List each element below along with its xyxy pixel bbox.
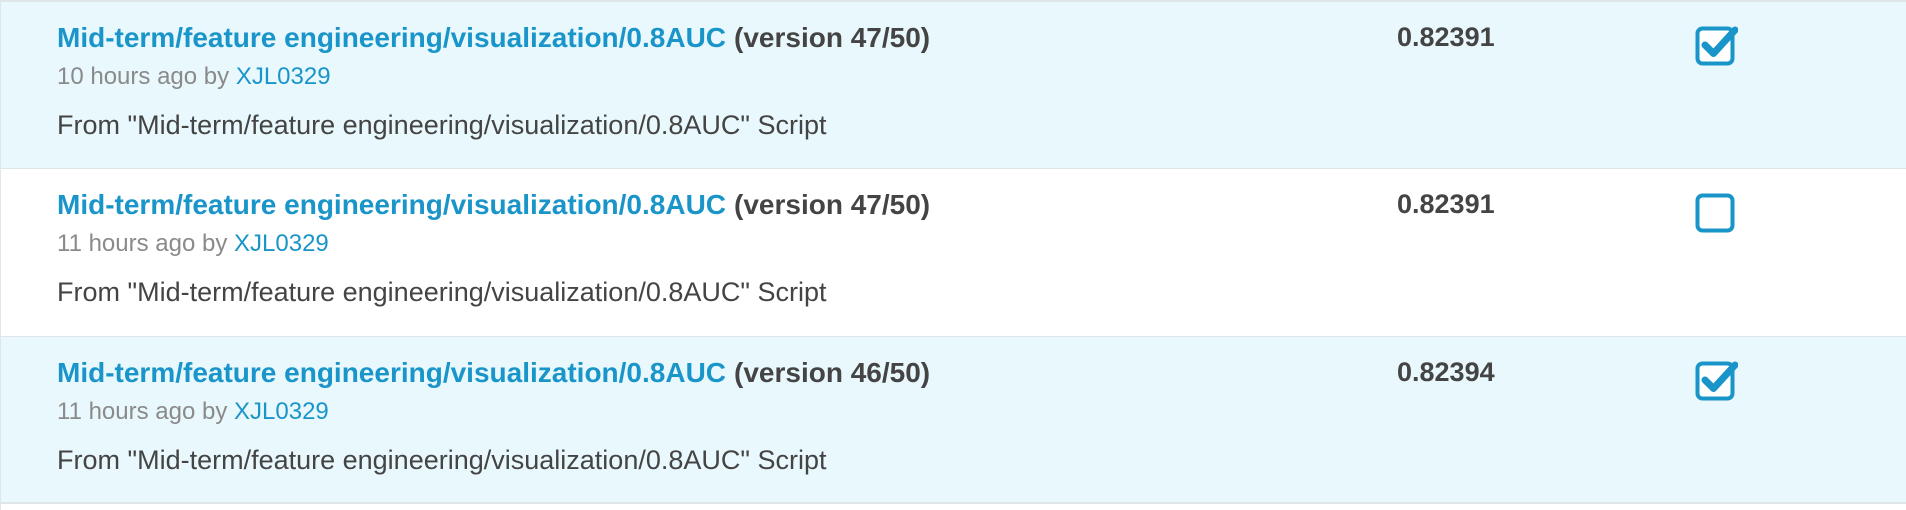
submission-title-link[interactable]: Mid-term/feature engineering/visualizati… xyxy=(57,22,726,53)
checkbox-unchecked-icon[interactable] xyxy=(1695,190,1738,233)
submission-meta: 11 hours ago by XJL0329 xyxy=(57,230,329,258)
submission-score: 0.82391 xyxy=(1397,189,1495,219)
submission-time: 11 hours ago xyxy=(57,398,196,425)
submission-description: From "Mid-term/feature engineering/visua… xyxy=(57,445,827,475)
submission-description: From "Mid-term/feature engineering/visua… xyxy=(57,277,827,307)
submission-author-link[interactable]: XJL0329 xyxy=(236,63,331,90)
submission-meta: 10 hours ago by XJL0329 xyxy=(57,63,331,91)
submission-by-label: by xyxy=(202,230,228,257)
submission-author-link[interactable]: XJL0329 xyxy=(234,230,329,257)
submission-by-label: by xyxy=(202,398,228,425)
submission-version: (version 46/50) xyxy=(734,357,931,388)
checkbox-checked-icon[interactable] xyxy=(1695,358,1738,401)
submission-score: 0.82391 xyxy=(1397,22,1495,52)
submission-version: (version 47/50) xyxy=(734,189,931,220)
submission-by-label: by xyxy=(203,63,230,90)
submission-row: Mid-term/feature engineering/visualizati… xyxy=(1,168,1906,336)
submission-title-line: Mid-term/feature engineering/visualizati… xyxy=(57,22,930,54)
submission-meta: 11 hours ago by XJL0329 xyxy=(57,398,329,426)
submissions-list: Mid-term/feature engineering/visualizati… xyxy=(0,0,1906,510)
submission-title-link[interactable]: Mid-term/feature engineering/visualizati… xyxy=(57,357,726,388)
submission-row: Mid-term/feature engineering/visualizati… xyxy=(1,0,1906,168)
submission-version: (version 47/50) xyxy=(734,22,931,53)
submission-title-line: Mid-term/feature engineering/visualizati… xyxy=(57,189,930,221)
submission-score: 0.82394 xyxy=(1397,357,1495,387)
submission-author-link[interactable]: XJL0329 xyxy=(234,398,329,425)
submission-description: From "Mid-term/feature engineering/visua… xyxy=(57,110,827,140)
submission-time: 11 hours ago xyxy=(57,230,196,257)
submission-time: 10 hours ago xyxy=(57,63,198,90)
submission-title-line: Mid-term/feature engineering/visualizati… xyxy=(57,357,930,389)
submission-title-link[interactable]: Mid-term/feature engineering/visualizati… xyxy=(57,189,726,220)
submission-row: Mid-term/feature engineering/visualizati… xyxy=(1,336,1906,504)
checkbox-checked-icon[interactable] xyxy=(1695,23,1738,66)
